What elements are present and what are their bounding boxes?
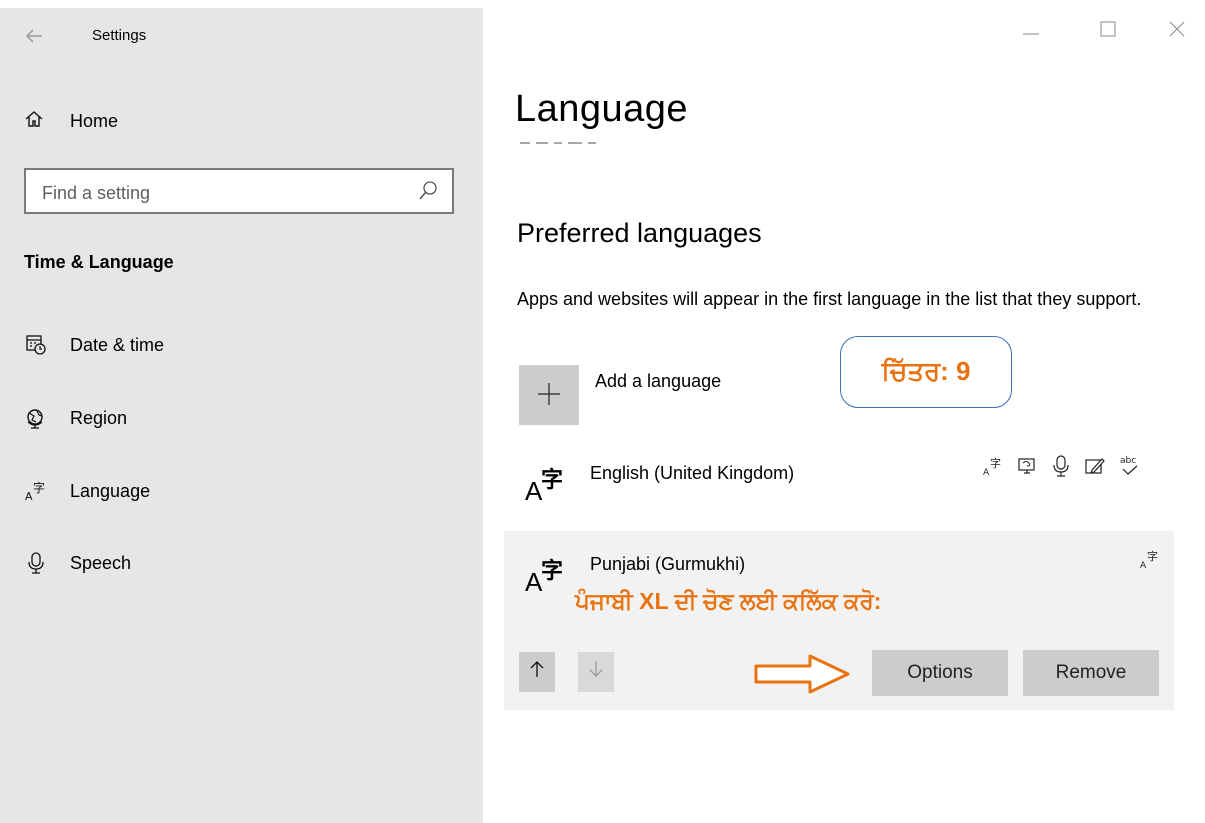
maximize-icon[interactable] bbox=[1093, 14, 1123, 44]
sidebar-item-home[interactable]: Home bbox=[24, 106, 118, 136]
language-item-name[interactable]: English (United Kingdom) bbox=[590, 463, 794, 484]
sidebar: Settings Home Time & Language Date & tim… bbox=[0, 8, 483, 823]
svg-text:字: 字 bbox=[990, 456, 1001, 470]
arrow-down-icon bbox=[587, 659, 605, 685]
sidebar-item-date-time[interactable]: Date & time bbox=[24, 330, 164, 360]
options-button[interactable]: Options bbox=[872, 650, 1008, 696]
callout-text: ਚਿੱਤਰ: 9 bbox=[881, 356, 971, 386]
figure-callout: ਚਿੱਤਰ: 9 bbox=[840, 336, 1012, 408]
microphone-icon bbox=[24, 551, 48, 575]
svg-text:A: A bbox=[25, 490, 33, 502]
arrow-up-icon bbox=[528, 659, 546, 685]
svg-text:A: A bbox=[983, 468, 990, 477]
sidebar-item-label: Region bbox=[70, 407, 128, 428]
handwriting-icon bbox=[1084, 454, 1106, 478]
add-language-button[interactable] bbox=[519, 365, 579, 425]
language-pack-icon: A字 bbox=[982, 454, 1004, 478]
display-language-icon bbox=[1016, 454, 1038, 478]
close-icon[interactable] bbox=[1162, 14, 1192, 44]
move-down-button[interactable] bbox=[578, 652, 614, 692]
sidebar-item-region[interactable]: Region bbox=[24, 403, 127, 433]
sidebar-item-label: Language bbox=[70, 480, 151, 501]
globe-icon bbox=[24, 406, 48, 430]
sidebar-item-label: Date & time bbox=[70, 334, 165, 355]
sidebar-item-language[interactable]: A字 Language bbox=[24, 476, 150, 506]
pointer-arrow-icon bbox=[752, 652, 852, 696]
language-pack-icon: A字 bbox=[1139, 548, 1161, 575]
svg-text:A: A bbox=[1140, 561, 1147, 570]
window-title: Settings bbox=[92, 27, 147, 44]
sidebar-item-speech[interactable]: Speech bbox=[24, 548, 131, 578]
language-pack-icon: A字 bbox=[525, 558, 564, 597]
svg-text:abc: abc bbox=[1120, 456, 1136, 466]
instruction-annotation: ਪੰਜਾਬੀ XL ਦੀ ਚੋਣ ਲਈ ਕਲਿੱਕ ਕਰੋ: bbox=[575, 588, 882, 614]
svg-text:字: 字 bbox=[33, 480, 45, 495]
calendar-clock-icon bbox=[24, 333, 48, 357]
speech-icon bbox=[1050, 454, 1072, 478]
language-icon: A字 bbox=[24, 479, 48, 503]
search-box[interactable] bbox=[24, 168, 454, 214]
minimize-icon[interactable] bbox=[1016, 14, 1046, 44]
svg-text:字: 字 bbox=[1147, 549, 1158, 563]
page-title: Language bbox=[515, 88, 689, 130]
home-icon bbox=[24, 109, 44, 134]
search-input[interactable] bbox=[40, 180, 414, 206]
sidebar-item-label: Speech bbox=[70, 552, 132, 573]
move-up-button[interactable] bbox=[519, 652, 555, 692]
section-title: Time & Language bbox=[24, 252, 174, 272]
search-icon[interactable] bbox=[418, 180, 438, 202]
language-item-name[interactable]: Punjabi (Gurmukhi) bbox=[590, 554, 745, 575]
feature-icons: A字 abc bbox=[982, 454, 1140, 478]
home-label: Home bbox=[70, 110, 119, 131]
remove-button[interactable]: Remove bbox=[1023, 650, 1159, 696]
preferred-languages-heading: Preferred languages bbox=[517, 218, 762, 248]
back-arrow-icon[interactable] bbox=[24, 26, 44, 46]
description-text: Apps and websites will appear in the fir… bbox=[517, 289, 1142, 309]
spelling-icon: abc bbox=[1118, 454, 1140, 478]
plus-icon bbox=[536, 374, 562, 416]
title-ghost bbox=[518, 140, 608, 148]
add-language-label[interactable]: Add a language bbox=[595, 371, 721, 392]
language-pack-icon: A字 bbox=[525, 467, 564, 506]
